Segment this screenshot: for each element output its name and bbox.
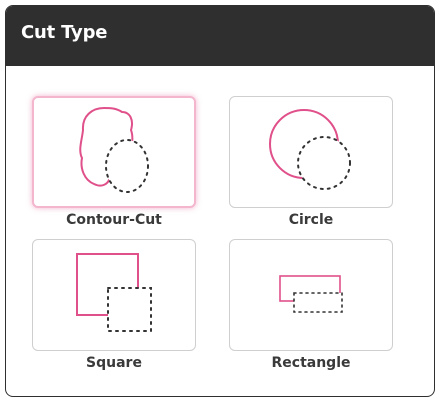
panel-header: Cut Type <box>6 6 434 66</box>
contour-cut-button[interactable] <box>32 96 196 208</box>
contour-cut-icon <box>79 107 149 193</box>
option-square: Square <box>32 239 196 375</box>
panel-title: Cut Type <box>21 22 108 43</box>
square-cut-icon <box>76 253 152 332</box>
cut-type-panel: Cut Type Contour-Cut Circle Square Recta… <box>5 5 435 397</box>
rectangle-cut-button[interactable] <box>229 239 393 351</box>
contour-cut-label: Contour-Cut <box>66 212 162 228</box>
square-label: Square <box>86 355 142 371</box>
rectangle-label: Rectangle <box>271 355 351 371</box>
circle-cut-button[interactable] <box>229 96 393 208</box>
option-rectangle: Rectangle <box>229 239 393 375</box>
option-contour-cut: Contour-Cut <box>32 96 196 232</box>
circle-label: Circle <box>288 212 334 228</box>
circle-cut-icon <box>269 109 351 190</box>
square-cut-button[interactable] <box>32 239 196 351</box>
option-circle: Circle <box>229 96 393 232</box>
rectangle-cut-icon <box>279 275 343 313</box>
